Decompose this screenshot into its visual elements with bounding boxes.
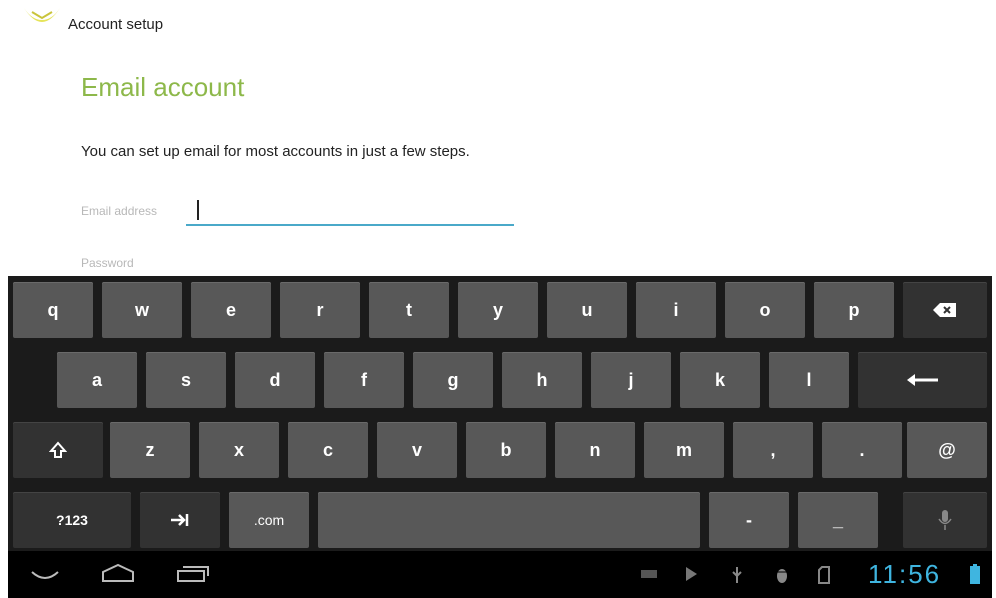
email-app-icon[interactable] xyxy=(22,6,62,32)
key-r[interactable]: r xyxy=(280,282,360,338)
key-underscore[interactable]: _ xyxy=(798,492,878,548)
shift-key[interactable] xyxy=(13,422,103,478)
key-k[interactable]: k xyxy=(680,352,760,408)
key-a[interactable]: a xyxy=(57,352,137,408)
soft-keyboard: q w e r t y u i o p a s d f g h j k l z … xyxy=(8,276,992,551)
tab-key[interactable] xyxy=(140,492,220,548)
action-bar: Account setup xyxy=(0,0,996,52)
key-s[interactable]: s xyxy=(146,352,226,408)
enter-icon xyxy=(906,374,938,386)
keyboard-icon xyxy=(640,566,658,585)
space-bar[interactable] xyxy=(318,492,700,548)
key-v[interactable]: v xyxy=(377,422,457,478)
backspace-key[interactable] xyxy=(903,282,987,338)
key-t[interactable]: t xyxy=(369,282,449,338)
dotcom-key[interactable]: .com xyxy=(229,492,309,548)
setup-description: You can set up email for most accounts i… xyxy=(81,143,470,160)
key-f[interactable]: f xyxy=(324,352,404,408)
key-b[interactable]: b xyxy=(466,422,546,478)
shift-icon xyxy=(49,441,67,458)
back-icon[interactable] xyxy=(30,567,60,586)
debug-icon xyxy=(774,566,790,588)
key-w[interactable]: w xyxy=(102,282,182,338)
email-address-input[interactable] xyxy=(186,198,514,226)
key-l[interactable]: l xyxy=(769,352,849,408)
microphone-icon xyxy=(938,510,952,530)
key-z[interactable]: z xyxy=(110,422,190,478)
home-icon[interactable] xyxy=(100,563,136,587)
battery-icon xyxy=(970,564,980,588)
key-h[interactable]: h xyxy=(502,352,582,408)
sdcard-icon xyxy=(818,566,830,588)
key-dash[interactable]: - xyxy=(709,492,789,548)
key-x[interactable]: x xyxy=(199,422,279,478)
app-title: Account setup xyxy=(68,16,164,33)
key-y[interactable]: y xyxy=(458,282,538,338)
email-address-label: Email address xyxy=(81,204,158,218)
password-label: Password xyxy=(81,256,134,270)
status-clock: 11:56 xyxy=(868,559,942,589)
key-g[interactable]: g xyxy=(413,352,493,408)
page-title: Email account xyxy=(81,72,245,102)
key-comma[interactable]: , xyxy=(733,422,813,478)
key-o[interactable]: o xyxy=(725,282,805,338)
key-j[interactable]: j xyxy=(591,352,671,408)
play-store-icon xyxy=(684,566,698,586)
key-i[interactable]: i xyxy=(636,282,716,338)
key-at[interactable]: @ xyxy=(907,422,987,478)
key-n[interactable]: n xyxy=(555,422,635,478)
usb-icon xyxy=(730,566,744,588)
key-period[interactable]: . xyxy=(822,422,902,478)
key-u[interactable]: u xyxy=(547,282,627,338)
key-c[interactable]: c xyxy=(288,422,368,478)
key-e[interactable]: e xyxy=(191,282,271,338)
key-p[interactable]: p xyxy=(814,282,894,338)
tab-icon xyxy=(171,514,189,526)
text-cursor xyxy=(197,200,199,220)
enter-key[interactable] xyxy=(858,352,987,408)
key-q[interactable]: q xyxy=(13,282,93,338)
symbols-key[interactable]: ?123 xyxy=(13,492,131,548)
key-m[interactable]: m xyxy=(644,422,724,478)
recent-apps-icon[interactable] xyxy=(176,565,210,587)
system-navigation-bar: 11:56 xyxy=(8,551,992,598)
backspace-icon xyxy=(933,303,956,317)
voice-input-key[interactable] xyxy=(903,492,987,548)
key-d[interactable]: d xyxy=(235,352,315,408)
